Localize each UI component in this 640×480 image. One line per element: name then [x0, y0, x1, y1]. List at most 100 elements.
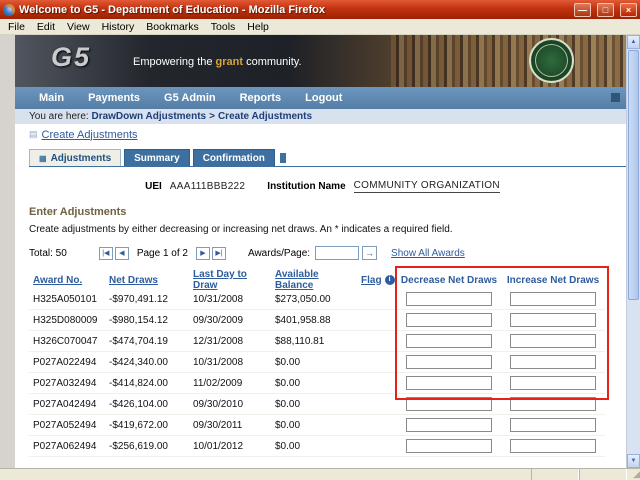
award-no-cell: H325D080009 [29, 315, 105, 326]
column-header-net-draws[interactable]: Net Draws [105, 275, 189, 286]
close-button[interactable]: × [620, 3, 637, 17]
increase-net-draws-input[interactable] [510, 397, 596, 411]
menu-view[interactable]: View [61, 21, 96, 33]
scroll-up-icon[interactable]: ▲ [627, 35, 640, 49]
nav-main[interactable]: Main [39, 92, 64, 104]
last-day-to-draw-cell: 12/31/2008 [189, 336, 271, 347]
scrollbar-thumb[interactable] [628, 50, 639, 300]
breadcrumb-prefix: You are here: [29, 111, 91, 122]
firefox-icon[interactable] [3, 4, 15, 16]
decrease-net-draws-input[interactable] [406, 313, 492, 327]
vertical-scrollbar[interactable]: ▲ ▼ [626, 35, 640, 468]
decrease-net-draws-input[interactable] [406, 397, 492, 411]
available-balance-cell: $0.00 [271, 399, 357, 410]
column-header-label[interactable]: Flag [361, 275, 382, 286]
g5-logo: G5 [51, 42, 91, 73]
column-header-label[interactable]: Available Balance [275, 269, 357, 291]
column-header-flag[interactable]: Flagi [357, 275, 397, 286]
go-button[interactable]: → [362, 246, 377, 260]
decrease-net-draws-input[interactable] [406, 439, 492, 453]
previous-page-button[interactable]: ◀ [115, 247, 129, 260]
page-left-margin [0, 35, 15, 468]
increase-net-draws-input[interactable] [510, 355, 596, 369]
decrease-cell [397, 313, 501, 327]
scroll-down-icon[interactable]: ▼ [627, 454, 640, 468]
tab-confirmation[interactable]: Confirmation [193, 149, 275, 166]
table-row: P027A022494-$424,340.0010/31/2008$0.00 [29, 352, 605, 373]
increase-cell [501, 292, 605, 306]
available-balance-cell: $88,110.81 [271, 336, 357, 347]
adjustments-table: Award No. Net Draws Last Day to DrawAvaila… [29, 269, 605, 457]
breadcrumb: You are here: DrawDown Adjustments>Creat… [15, 109, 626, 124]
decrease-net-draws-input[interactable] [406, 334, 492, 348]
increase-net-draws-input[interactable] [510, 376, 596, 390]
g5-page: G5 Empowering the grant community. MainP… [15, 35, 626, 468]
browser-window: Welcome to G5 - Department of Education … [0, 0, 640, 480]
decrease-net-draws-input[interactable] [406, 418, 492, 432]
last-day-to-draw-cell: 10/31/2008 [189, 357, 271, 368]
increase-cell [501, 397, 605, 411]
increase-net-draws-input[interactable] [510, 334, 596, 348]
maximize-button[interactable]: □ [597, 3, 614, 17]
column-header-award-no[interactable]: Award No. [29, 275, 105, 286]
increase-cell [501, 313, 605, 327]
menu-edit[interactable]: Edit [31, 21, 61, 33]
page-title-row: ▤ Create Adjustments [29, 127, 616, 142]
flag-info-icon[interactable]: i [385, 275, 395, 285]
show-all-awards-link[interactable]: Show All Awards [391, 248, 465, 259]
menu-tools[interactable]: Tools [205, 21, 242, 33]
pagination-controls: |◀ ◀ Page 1 of 2 ▶ ▶| [99, 247, 226, 260]
first-page-button[interactable]: |◀ [99, 247, 113, 260]
column-header-available-balance[interactable]: Available Balance [271, 269, 357, 291]
tab-summary[interactable]: Summary [124, 149, 190, 166]
column-header-label: Increase Net Draws [507, 275, 599, 286]
increase-net-draws-input[interactable] [510, 418, 596, 432]
table-row: P027A062494-$256,619.0010/01/2012$0.00 [29, 436, 605, 457]
total-count: Total: 50 [29, 248, 67, 259]
menu-help[interactable]: Help [241, 21, 275, 33]
nav-g5-admin[interactable]: G5 Admin [164, 92, 216, 104]
nav-logout[interactable]: Logout [305, 92, 342, 104]
last-day-to-draw-cell: 10/31/2008 [189, 294, 271, 305]
increase-net-draws-input[interactable] [510, 439, 596, 453]
column-header-increase-net-draws: Increase Net Draws [501, 275, 605, 286]
decrease-net-draws-input[interactable] [406, 355, 492, 369]
tab-adjustments[interactable]: ▦Adjustments [29, 149, 121, 166]
decrease-net-draws-input[interactable] [406, 376, 492, 390]
column-header-decrease-net-draws: Decrease Net Draws [397, 275, 501, 286]
tagline-post: community. [243, 56, 301, 68]
minimize-button[interactable]: — [574, 3, 591, 17]
increase-net-draws-input[interactable] [510, 292, 596, 306]
column-header-label[interactable]: Award No. [33, 275, 82, 286]
net-draws-cell: -$970,491.12 [105, 294, 189, 305]
column-header-label[interactable]: Last Day to Draw [193, 269, 271, 291]
available-balance-cell: $0.00 [271, 357, 357, 368]
last-page-button[interactable]: ▶| [212, 247, 226, 260]
net-draws-cell: -$426,104.00 [105, 399, 189, 410]
decrease-cell [397, 292, 501, 306]
decrease-net-draws-input[interactable] [406, 292, 492, 306]
decrease-cell [397, 334, 501, 348]
menu-history[interactable]: History [96, 21, 141, 33]
tagline-grant: grant [216, 56, 244, 68]
menu-bookmarks[interactable]: Bookmarks [140, 21, 205, 33]
award-no-cell: P027A062494 [29, 441, 105, 452]
next-page-button[interactable]: ▶ [196, 247, 210, 260]
menu-file[interactable]: File [2, 21, 31, 33]
resize-grip[interactable]: ◢ [627, 469, 640, 480]
net-draws-cell: -$419,672.00 [105, 420, 189, 431]
breadcrumb-link-drawdown-adjustments[interactable]: DrawDown Adjustments [91, 111, 206, 122]
net-draws-cell: -$414,824.00 [105, 378, 189, 389]
nav-payments[interactable]: Payments [88, 92, 140, 104]
breadcrumb-link-create-adjustments[interactable]: Create Adjustments [218, 111, 312, 122]
award-no-cell: P027A042494 [29, 399, 105, 410]
awards-per-page-input[interactable] [315, 246, 359, 260]
increase-net-draws-input[interactable] [510, 313, 596, 327]
create-adjustments-link[interactable]: Create Adjustments [42, 129, 138, 141]
nav-reports[interactable]: Reports [240, 92, 282, 104]
column-header-label[interactable]: Net Draws [109, 275, 158, 286]
available-balance-cell: $0.00 [271, 441, 357, 452]
table-header-row: Award No. Net Draws Last Day to DrawAvaila… [29, 269, 605, 289]
column-header-last-day-to-draw[interactable]: Last Day to Draw [189, 269, 271, 291]
nav-bar: Main Payments G5 Admin Reports Logout [15, 87, 626, 109]
